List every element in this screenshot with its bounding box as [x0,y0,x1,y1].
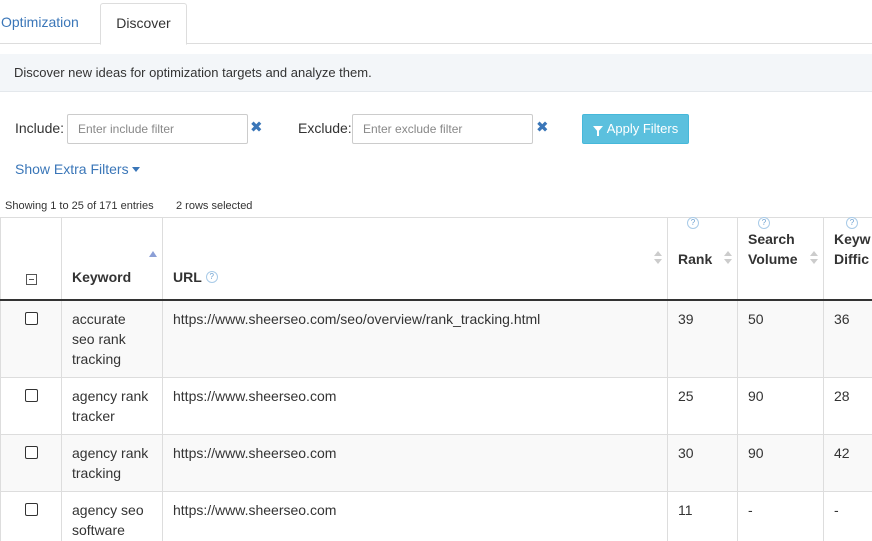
header-keyword-difficulty-label: Keyw Diffic [834,230,871,267]
select-all-checkbox[interactable] [26,273,37,285]
help-icon[interactable]: ? [687,217,699,229]
row-checkbox[interactable] [24,502,38,516]
show-extra-filters-label: Show Extra Filters [15,161,129,177]
keywords-table-wrapper[interactable]: Keyword URL? Rank ? Search Volume ? Keyw D… [0,217,872,541]
table-row[interactable]: agency seo software https://www.sheerseo… [0,490,872,541]
url-cell: https://www.sheerseo.com/seo/overview/ra… [162,299,668,378]
sort-icon [810,251,818,265]
table-row[interactable]: agency rank tracker https://www.sheerseo… [0,376,872,435]
table-row[interactable]: agency rank tracking https://www.sheerse… [0,433,872,492]
help-icon[interactable]: ? [758,217,770,229]
table-header-row: Keyword URL? Rank ? Search Volume ? Keyw D… [0,217,872,301]
row-select-cell[interactable] [0,433,62,492]
rank-cell: 39 [667,299,738,378]
header-url[interactable]: URL? [162,217,668,301]
row-select-cell[interactable] [0,490,62,541]
url-cell: https://www.sheerseo.com [162,376,668,435]
apply-filters-button[interactable]: Apply Filters [582,114,689,144]
sort-icon [724,251,732,265]
row-select-cell[interactable] [0,299,62,378]
keyword-cell: agency rank tracker [61,376,163,435]
tab-discover[interactable]: Discover [100,3,187,45]
difficulty-cell: 36 [823,299,872,378]
header-keyword-difficulty[interactable]: Keyw Diffic ? [823,217,872,301]
include-label: Include: [15,120,65,136]
help-icon[interactable]: ? [846,217,858,229]
table-row[interactable]: accurate seo rank tracking https://www.s… [0,299,872,378]
row-checkbox[interactable] [24,445,38,459]
url-cell: https://www.sheerseo.com [162,490,668,541]
row-checkbox[interactable] [24,311,38,325]
header-keyword-label: Keyword [72,268,132,285]
search-volume-cell: 90 [737,433,824,492]
clear-exclude-icon[interactable]: ✖ [536,119,549,137]
header-url-label: URL? [173,267,657,299]
row-select-cell[interactable] [0,376,62,435]
help-icon[interactable]: ? [205,270,218,283]
difficulty-cell: - [823,490,872,541]
header-search-volume[interactable]: Search Volume ? [737,217,824,301]
search-volume-cell: - [737,490,824,541]
sort-icon [654,251,662,265]
rank-cell: 11 [667,490,738,541]
row-checkbox[interactable] [24,388,38,402]
apply-filters-label: Apply Filters [606,121,679,136]
header-rank[interactable]: Rank ? [667,217,738,301]
difficulty-cell: 28 [823,376,872,435]
tab-optimization[interactable]: Optimization [0,3,79,44]
header-search-volume-label: Search Volume [748,230,798,267]
url-cell: https://www.sheerseo.com [162,433,668,492]
show-extra-filters-link[interactable]: Show Extra Filters [15,161,140,177]
search-volume-cell: 50 [737,299,824,378]
header-select-all[interactable] [0,217,62,301]
tab-bar: Optimization Discover [0,0,872,45]
search-volume-cell: 90 [737,376,824,435]
keyword-cell: agency rank tracking [61,433,163,492]
sort-ascending-icon [149,251,157,257]
filter-icon [592,126,603,136]
entries-info: Showing 1 to 25 of 171 entries [5,200,154,212]
difficulty-cell: 42 [823,433,872,492]
rows-selected-info: 2 rows selected [176,200,253,212]
keywords-table: Keyword URL? Rank ? Search Volume ? Keyw D… [0,217,872,541]
header-keyword[interactable]: Keyword [61,217,163,301]
exclude-filter-input[interactable] [352,114,533,144]
exclude-label: Exclude: [298,120,352,136]
include-filter-input[interactable] [67,114,248,144]
keyword-cell: agency seo software [61,490,163,541]
info-banner: Discover new ideas for optimization targ… [0,54,872,92]
header-rank-label: Rank [678,250,713,267]
keyword-cell: accurate seo rank tracking [61,299,163,378]
caret-down-icon [131,166,140,172]
rank-cell: 25 [667,376,738,435]
clear-include-icon[interactable]: ✖ [250,119,263,137]
rank-cell: 30 [667,433,738,492]
